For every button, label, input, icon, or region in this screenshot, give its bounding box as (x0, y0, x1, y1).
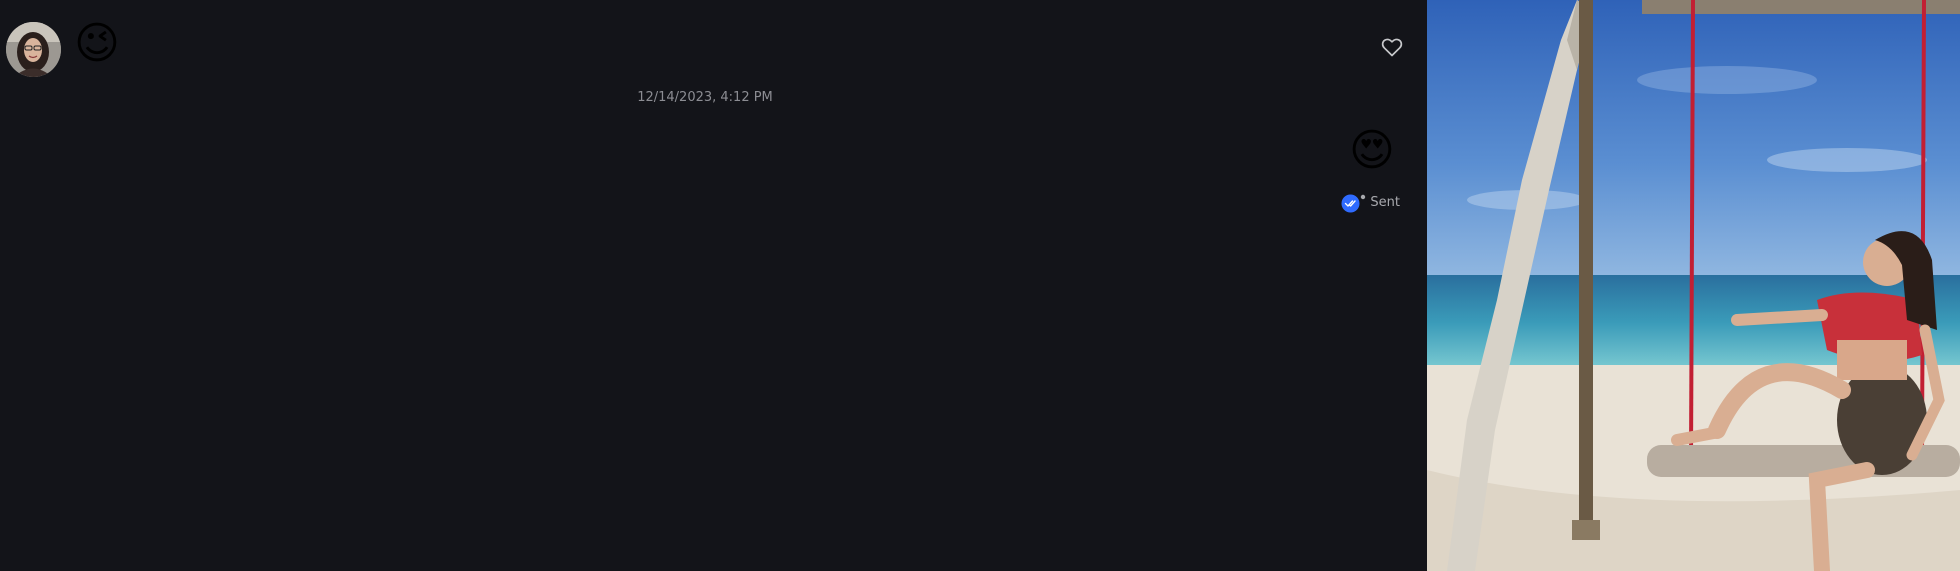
status-text: Sent (1370, 195, 1400, 210)
chat-thread: 😉 12/14/2023, 4:12 PM 😍 Sent (0, 0, 1427, 571)
message-status: Sent (1341, 193, 1400, 213)
contact-avatar[interactable] (6, 22, 61, 77)
dm-window: 😉 12/14/2023, 4:12 PM 😍 Sent (0, 0, 1960, 571)
incoming-emoji-message[interactable]: 😉 (74, 22, 120, 66)
message-timestamp: 12/14/2023, 4:12 PM (637, 90, 773, 105)
shared-photo[interactable] (1427, 0, 1960, 571)
outgoing-emoji-message[interactable]: 😍 (1349, 129, 1395, 173)
double-check-icon (1341, 193, 1366, 213)
heart-icon[interactable] (1380, 35, 1404, 59)
